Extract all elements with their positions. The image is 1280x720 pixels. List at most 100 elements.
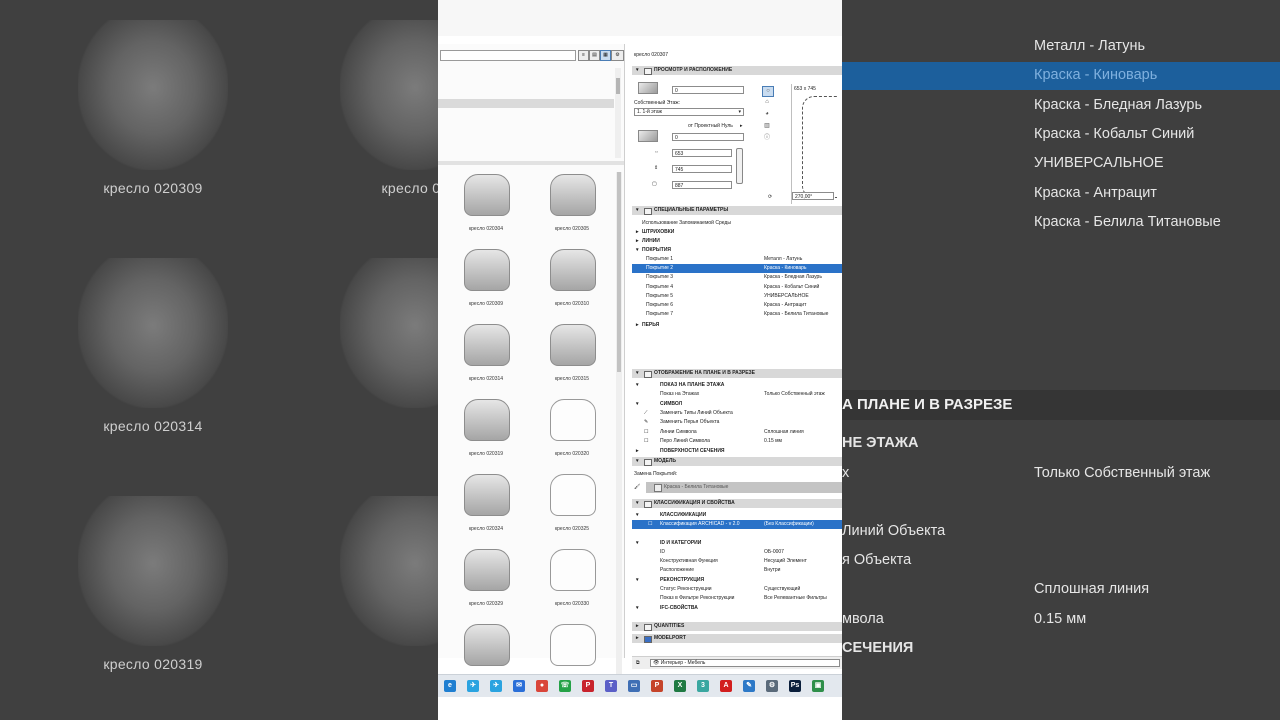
library-object-card[interactable]: кресло 020319 — [444, 397, 528, 469]
library-object-card[interactable]: кресло 020330 — [530, 547, 614, 619]
section-plan-section[interactable]: ▾ ОТОБРАЖЕНИЕ НА ПЛАНЕ И В РАЗРЕЗЕ — [632, 369, 842, 378]
surface-row[interactable]: Покрытие 4 Краска - Кобальт Синий — [632, 283, 842, 292]
archicad-icon[interactable]: ▣ — [812, 680, 824, 692]
symbol-pen-row[interactable]: ☐ Перо Линий Символа 0.15 мм — [632, 437, 842, 446]
group-pens[interactable]: ▸ ПЕРЬЯ — [632, 321, 842, 330]
library-object-card[interactable]: кресло 020314 — [444, 322, 528, 394]
library-tree-selected-row[interactable] — [438, 99, 614, 108]
dimension-c-input[interactable]: 887 — [672, 181, 732, 189]
library-object-card[interactable]: кресло 020309 — [444, 247, 528, 319]
param-key: Перо Линий Символа — [660, 438, 710, 444]
group-symbol[interactable]: ▾ СИМВОЛ — [632, 400, 842, 409]
telegram-icon[interactable]: ✈ — [467, 680, 479, 692]
group-ifc[interactable]: ▾ IFC-СВОЙСТВА — [632, 604, 842, 613]
group-floor-plan-display[interactable]: ▾ ПОКАЗ НА ПЛАНЕ ЭТАЖА — [632, 381, 842, 390]
section-view-placement[interactable]: ▾ ПРОСМОТР И РАСПОЛОЖЕНИЕ — [632, 66, 842, 75]
id-row[interactable]: Конструктивная Функция Несущий Элемент — [632, 557, 842, 566]
tree-scrollbar[interactable] — [615, 68, 621, 158]
elevation-input[interactable]: 0 — [672, 86, 744, 94]
section-model[interactable]: ▾ МОДЕЛЬ — [632, 457, 842, 466]
photoshop-icon[interactable]: Ps — [789, 680, 801, 692]
teams-icon[interactable]: T — [605, 680, 617, 692]
param-row[interactable]: Использование Запоминаемой Среды — [632, 219, 842, 228]
tree-scrollbar-thumb[interactable] — [616, 78, 620, 94]
group-hatching[interactable]: ▸ ШТРИХОВКИ — [632, 228, 842, 237]
library-object-card[interactable]: кресло 020324 — [444, 472, 528, 544]
group-renovation[interactable]: ▾ РЕКОНСТРУКЦИЯ — [632, 576, 842, 585]
group-lines[interactable]: ▸ ЛИНИИ — [632, 237, 842, 246]
renovation-row[interactable]: Показ в Фильтре Реконструкции Все Релеван… — [632, 594, 842, 603]
renovation-row[interactable]: Статус Реконструкции Существующий — [632, 585, 842, 594]
surface-row[interactable]: Покрытие 1 Металл - Латунь — [632, 255, 842, 264]
group-surfaces[interactable]: ▾ ПОКРЫТИЯ — [632, 246, 842, 255]
surface-row[interactable]: Покрытие 7 Краска - Белила Титановые — [632, 310, 842, 319]
library-object-card[interactable]: кресло 020305 — [530, 172, 614, 244]
library-object-card[interactable]: кресло 020315 — [530, 322, 614, 394]
bg-card: кресло 020314 — [68, 258, 238, 434]
powerpoint-icon[interactable]: P — [651, 680, 663, 692]
home-story-select[interactable]: 1. 1-й этаж ▾ — [634, 108, 744, 116]
excel-icon[interactable]: X — [674, 680, 686, 692]
show-on-stories-row[interactable]: Показ на Этажах Только Собственный этаж — [632, 390, 842, 399]
section-modelport[interactable]: ▸ MODELPORT — [632, 634, 842, 643]
surface-row[interactable]: Покрытие 2 Краска - Киноварь — [632, 264, 842, 274]
view-list-button[interactable]: ≡ — [578, 50, 589, 61]
surface-override-field[interactable]: Краска - Белила Титановые — [646, 482, 842, 493]
section-view-icon[interactable]: ▥ — [762, 122, 772, 131]
library-object-card[interactable]: кресло 020304 — [444, 172, 528, 244]
group-id-categories[interactable]: ▾ ID И КАТЕГОРИИ — [632, 539, 842, 548]
chrome-icon[interactable]: ● — [536, 680, 548, 692]
edge-icon[interactable]: e — [444, 680, 456, 692]
grid-scrollbar-thumb[interactable] — [617, 172, 621, 372]
classification-row[interactable]: ☐ Классификация ARCHICAD - v 2.0 (Без Клас… — [632, 520, 842, 529]
dimension-a-input[interactable]: 653 — [672, 149, 732, 157]
checkbox-icon[interactable]: ☐ — [644, 437, 648, 446]
object-preview: 653 x 745 — [791, 84, 842, 204]
library-search-input[interactable] — [440, 50, 576, 61]
surface-row[interactable]: Покрытие 6 Краска - Антрацит — [632, 301, 842, 310]
layer-select[interactable]: 👁 Интерьер - Мебель — [650, 659, 840, 667]
plan-view-icon[interactable]: ○ — [762, 86, 774, 97]
checkbox-icon[interactable]: ☐ — [644, 428, 648, 437]
surface-row[interactable]: Покрытие 3 Краска - Бледная Лазурь — [632, 273, 842, 282]
pinterest-icon[interactable]: P — [582, 680, 594, 692]
surface-row[interactable]: Покрытие 5 УНИВЕРСАЛЬНОЕ — [632, 292, 842, 301]
group-classifications[interactable]: ▾ КЛАССИФИКАЦИИ — [632, 511, 842, 520]
grid-scrollbar[interactable] — [616, 172, 622, 692]
section-special-params[interactable]: ▾ СПЕЦИАЛЬНЫЕ ПАРАМЕТРЫ — [632, 206, 842, 215]
elevation-view-icon[interactable]: ⌂ — [762, 98, 772, 107]
override-pens-row[interactable]: ✎ Заменить Перья Объекта — [632, 418, 842, 427]
offset-input[interactable]: 0 — [672, 133, 744, 141]
view-icons-button[interactable]: ▦ — [600, 50, 611, 61]
library-object-card[interactable]: кресло 020310 — [530, 247, 614, 319]
section-quantities[interactable]: ▸ QUANTITIES — [632, 622, 842, 631]
acrobat-icon[interactable]: A — [720, 680, 732, 692]
info-icon[interactable]: ⓘ — [762, 134, 772, 143]
section-classification[interactable]: ▾ КЛАССИФИКАЦИЯ И СВОЙСТВА — [632, 499, 842, 508]
telegram2-icon[interactable]: ✈ — [490, 680, 502, 692]
view-details-button[interactable]: ▤ — [589, 50, 600, 61]
symbol-line-row[interactable]: ☐ Линии Символа Сплошная линия — [632, 428, 842, 437]
settings-gear-icon[interactable]: ⚙ — [611, 50, 624, 61]
chevron-right-icon[interactable]: ▸ — [740, 123, 743, 129]
id-row[interactable]: Расположение Внутри — [632, 566, 842, 575]
tools-icon[interactable]: ⚙ — [766, 680, 778, 692]
whatsapp-icon[interactable]: ☏ — [559, 680, 571, 692]
link-proportions-icon[interactable] — [736, 148, 743, 184]
pane-splitter[interactable] — [438, 161, 624, 165]
override-lines-row[interactable]: ⟋ Заменить Типы Линий Объекта — [632, 409, 842, 418]
mail-icon[interactable]: ✉ — [513, 680, 525, 692]
checkbox-icon[interactable]: ☐ — [648, 520, 652, 529]
desktop-icon[interactable]: ▭ — [628, 680, 640, 692]
3d-view-icon[interactable]: ◕ — [762, 110, 772, 119]
rotation-input[interactable]: 270,00° — [792, 192, 834, 200]
library-object-card[interactable]: кресло 020325 — [530, 472, 614, 544]
app-icon[interactable]: 3 — [697, 680, 709, 692]
group-cut-surfaces[interactable]: ▸ ПОВЕРХНОСТИ СЕЧЕНИЯ — [632, 447, 842, 456]
library-object-card[interactable]: кресло 020320 — [530, 397, 614, 469]
dimension-b-input[interactable]: 745 — [672, 165, 732, 173]
library-object-card[interactable]: кресло 020329 — [444, 547, 528, 619]
id-row[interactable]: ID ОБ-0007 — [632, 548, 842, 557]
paint-icon[interactable]: ✎ — [743, 680, 755, 692]
paint-brush-icon[interactable]: 🖌 — [634, 484, 640, 490]
